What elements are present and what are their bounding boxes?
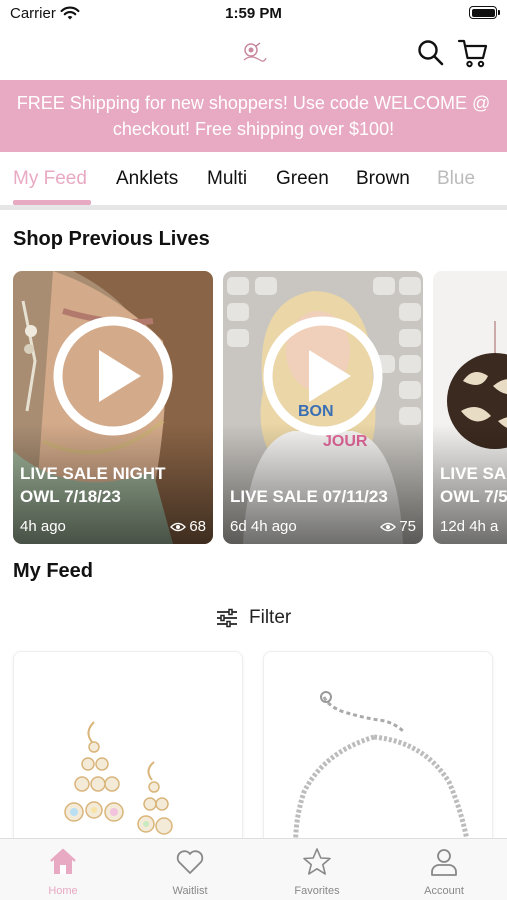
tab-active-indicator: [13, 200, 91, 205]
star-icon: [303, 848, 331, 875]
filter-button[interactable]: Filter: [215, 603, 291, 633]
live-title: LIVE SALE 07/11/23: [230, 487, 388, 506]
nav-account[interactable]: Account: [381, 839, 507, 900]
product-image: [64, 721, 173, 835]
nav-account-label: Account: [424, 885, 464, 897]
live-time: 6d 4h ago: [230, 518, 297, 535]
clock: 1:59 PM: [225, 5, 282, 22]
heart-icon: [176, 850, 204, 874]
view-count: 68: [189, 518, 206, 535]
tab-brown[interactable]: Brown: [356, 168, 410, 190]
live-views: 68: [170, 518, 206, 535]
live-title: LIVE SALE NIGHT OWL 7/18/23: [20, 464, 166, 506]
live-card[interactable]: LIVE SALE NIGHT OWL 7/18/23 4h ago 68: [13, 271, 213, 544]
product-card[interactable]: [13, 651, 243, 851]
promo-banner[interactable]: FREE Shipping for new shoppers! Use code…: [0, 80, 507, 152]
eye-icon: [380, 522, 397, 531]
live-time: 4h ago: [20, 518, 66, 535]
user-icon: [431, 849, 457, 876]
nav-home[interactable]: Home: [0, 839, 126, 900]
nav-favorites[interactable]: Favorites: [254, 839, 380, 900]
product-card[interactable]: [263, 651, 493, 851]
previous-lives-carousel[interactable]: LIVE SALE NIGHT OWL 7/18/23 4h ago 68 BO…: [13, 271, 507, 545]
app-header: [0, 30, 507, 78]
battery-icon: [469, 6, 500, 19]
tab-green[interactable]: Green: [276, 168, 329, 190]
play-icon[interactable]: [261, 314, 385, 438]
tab-anklets[interactable]: Anklets: [116, 168, 178, 190]
my-feed-heading: My Feed: [13, 560, 94, 582]
play-icon[interactable]: [51, 314, 175, 438]
nav-waitlist-label: Waitlist: [172, 885, 208, 897]
eye-icon: [170, 522, 187, 531]
bottom-nav: Home Waitlist Favorites Account: [0, 838, 507, 900]
nav-home-label: Home: [48, 885, 78, 897]
search-icon[interactable]: [417, 39, 445, 67]
cart-icon[interactable]: [457, 37, 489, 69]
category-tabs: My Feed Anklets Multi Green Brown Blue: [0, 154, 507, 210]
previous-lives-heading: Shop Previous Lives: [13, 228, 210, 250]
promo-banner-text: FREE Shipping for new shoppers! Use code…: [16, 93, 491, 139]
tab-multi[interactable]: Multi: [207, 168, 247, 190]
live-title: LIVE SALE NIGHT OWL 7/5: [440, 464, 507, 506]
live-views: 75: [380, 518, 416, 535]
status-bar: Carrier 1:59 PM: [0, 0, 507, 30]
tab-blue[interactable]: Blue: [437, 168, 475, 190]
brand-logo[interactable]: [238, 38, 268, 68]
home-icon: [50, 848, 76, 874]
nav-waitlist[interactable]: Waitlist: [127, 839, 253, 900]
filter-icon: [217, 608, 237, 628]
nav-favorites-label: Favorites: [294, 885, 340, 897]
live-card[interactable]: LIVE SALE NIGHT OWL 7/5 12d 4h a: [433, 271, 507, 544]
view-count: 75: [399, 518, 416, 535]
live-time: 12d 4h a: [440, 518, 499, 535]
live-card[interactable]: BON JOUR LIVE SALE 07/11/23 6d 4h ago 75: [223, 271, 423, 544]
product-image: [293, 691, 472, 850]
tab-my-feed[interactable]: My Feed: [13, 168, 87, 190]
filter-label: Filter: [249, 607, 292, 628]
